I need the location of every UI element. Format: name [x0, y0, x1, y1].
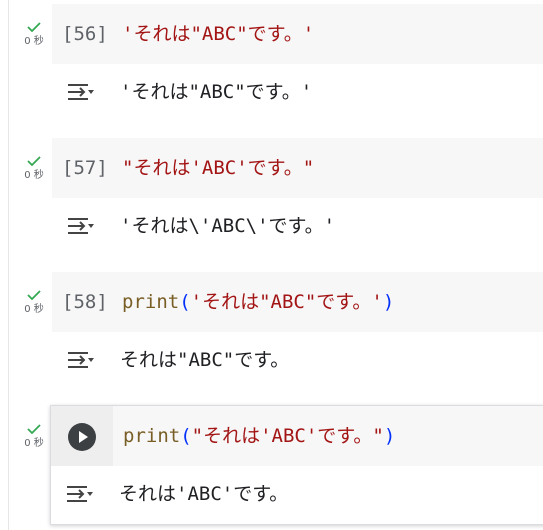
execution-count: [57]	[62, 157, 108, 179]
output-text: 'それは"ABC"です。'	[120, 81, 313, 103]
execution-count: [58]	[62, 291, 108, 313]
code-text[interactable]: "それは'ABC'です。"	[122, 138, 314, 198]
string-literal: "それは'ABC'です。"	[191, 425, 384, 447]
execution-time: 0 秒	[24, 36, 44, 47]
output-text: それは"ABC"です。	[120, 349, 290, 371]
output-text: 'それは\'ABC\'です。'	[120, 215, 336, 237]
code-cell-56[interactable]: 0 秒 [56] 'それは"ABC"です。' 'それは"ABC"です。'	[0, 4, 543, 134]
string-literal: 'それは"ABC"です。'	[190, 291, 383, 313]
execution-time: 0 秒	[24, 438, 44, 449]
check-icon	[27, 290, 41, 300]
output-toggle-icon[interactable]	[66, 350, 96, 370]
cell-output: それは'ABC'です。	[51, 466, 543, 522]
code-text[interactable]: 'それは"ABC"です。'	[122, 4, 314, 64]
cell-output: それは"ABC"です。	[52, 332, 543, 388]
cell-status: 0 秒	[20, 156, 48, 181]
check-icon	[27, 424, 41, 434]
close-paren: )	[383, 425, 396, 447]
code-cell-58[interactable]: 0 秒 [58] print('それは"ABC"です。') それは"ABC"です…	[0, 272, 543, 402]
output-toggle-icon[interactable]	[66, 216, 96, 236]
output-toggle-icon[interactable]	[66, 82, 96, 102]
cell-output: 'それは"ABC"です。'	[52, 64, 543, 120]
code-cell-active[interactable]: print("それは'ABC'です。") それは'ABC'です。	[50, 405, 543, 525]
execution-time: 0 秒	[24, 304, 44, 315]
code-cell-57[interactable]: 0 秒 [57] "それは'ABC'です。" 'それは\'ABC\'です。'	[0, 138, 543, 268]
execution-count: [56]	[62, 23, 108, 45]
run-cell-button[interactable]	[68, 423, 96, 451]
cell-status: 0 秒	[20, 424, 48, 449]
cell-output: 'それは\'ABC\'です。'	[52, 198, 543, 254]
open-paren: (	[179, 291, 191, 313]
code-editor[interactable]: [56] 'それは"ABC"です。'	[52, 4, 543, 64]
cell-status: 0 秒	[20, 290, 48, 315]
execution-time: 0 秒	[24, 170, 44, 181]
output-toggle-icon[interactable]	[65, 484, 95, 504]
check-icon	[27, 22, 41, 32]
output-text: それは'ABC'です。	[119, 483, 289, 505]
code-editor[interactable]: [57] "それは'ABC'です。"	[52, 138, 543, 198]
code-text[interactable]: print('それは"ABC"です。')	[122, 272, 394, 332]
code-text[interactable]: print("それは'ABC'です。")	[123, 406, 395, 466]
play-icon	[79, 431, 88, 443]
code-editor[interactable]: [58] print('それは"ABC"です。')	[52, 272, 543, 332]
run-area	[51, 406, 113, 466]
close-paren: )	[382, 291, 395, 313]
open-paren: (	[180, 425, 192, 447]
cell-status: 0 秒	[20, 22, 48, 47]
function-name: print	[122, 291, 180, 313]
code-editor[interactable]: print("それは'ABC'です。")	[113, 406, 543, 466]
function-name: print	[123, 425, 181, 447]
check-icon	[27, 156, 41, 166]
